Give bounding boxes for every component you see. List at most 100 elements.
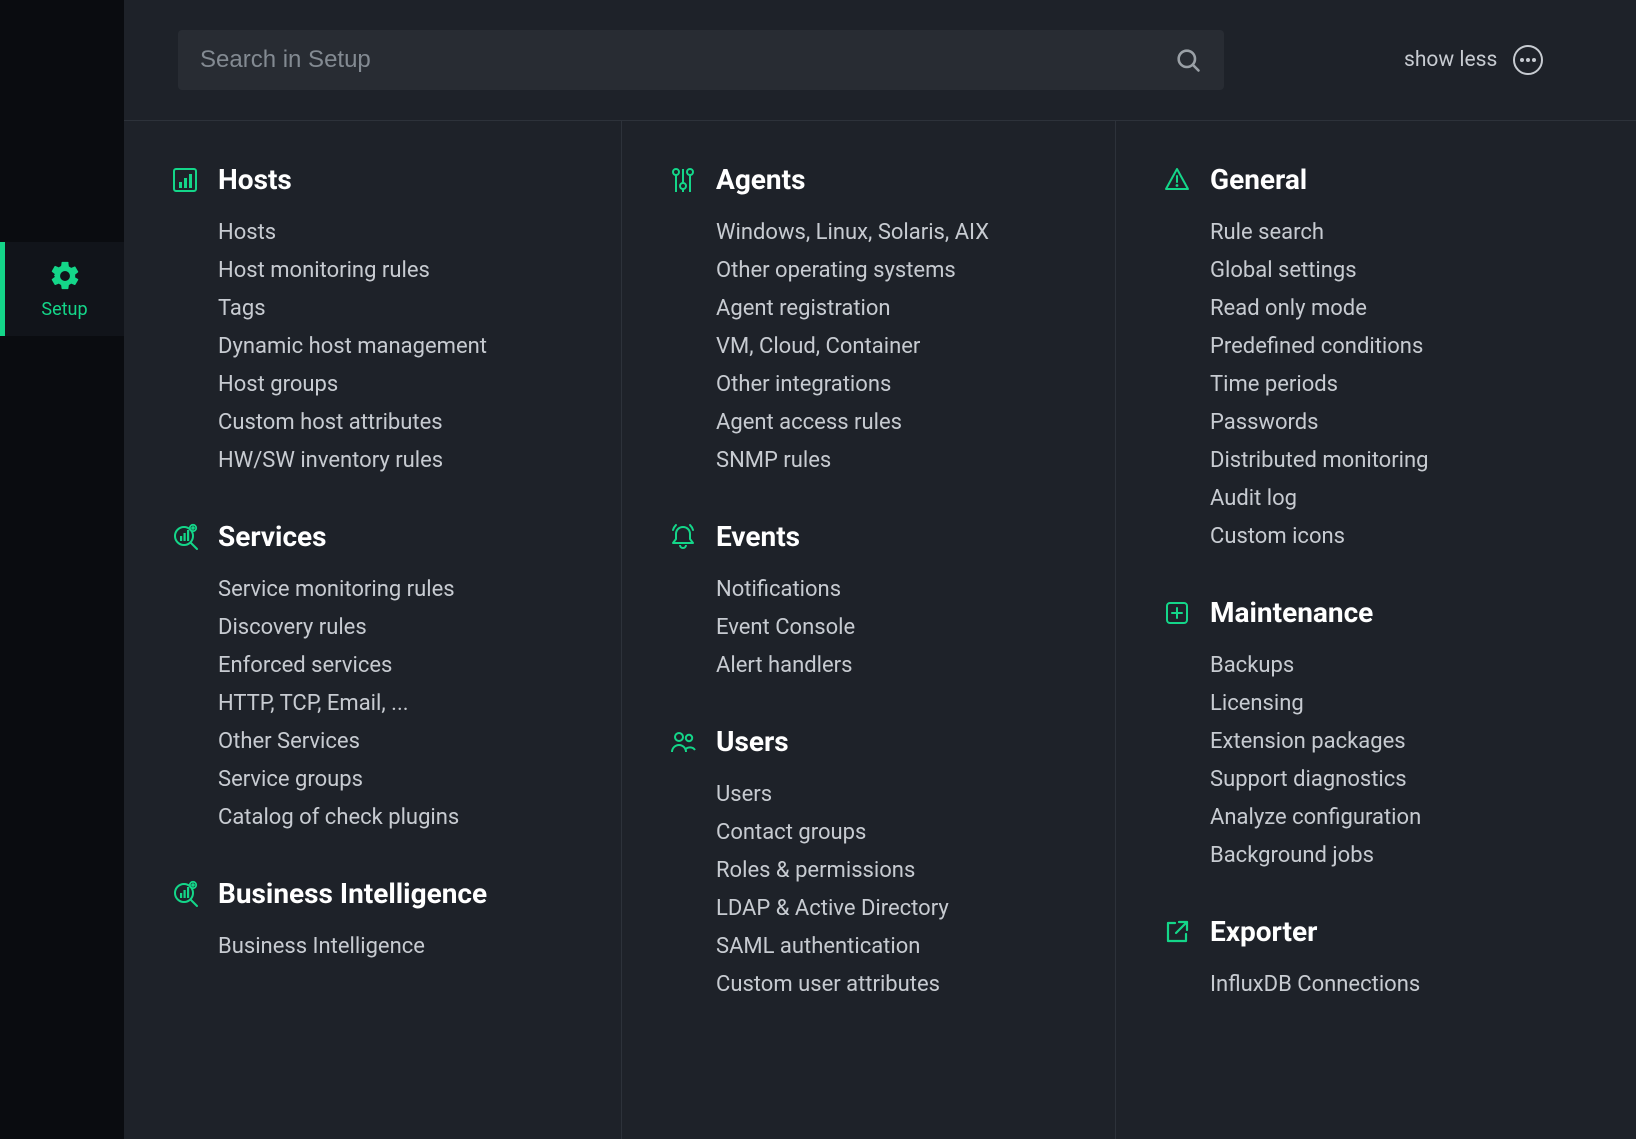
section-agents: AgentsWindows, Linux, Solaris, AIXOther … <box>668 163 1075 480</box>
menu-link[interactable]: Licensing <box>1210 685 1596 723</box>
section-title: Services <box>218 520 327 553</box>
menu-link[interactable]: Analyze configuration <box>1210 799 1596 837</box>
section-items: NotificationsEvent ConsoleAlert handlers <box>668 571 1075 685</box>
sidebar-item-setup[interactable]: Setup <box>0 242 124 336</box>
section-items: UsersContact groupsRoles & permissionsLD… <box>668 776 1075 1004</box>
menu-link[interactable]: Other integrations <box>716 366 1075 404</box>
menu-link[interactable]: SNMP rules <box>716 442 1075 480</box>
show-less-button[interactable]: show less <box>1404 48 1497 72</box>
header-row: show less <box>124 0 1636 120</box>
menu-link[interactable]: Service groups <box>218 761 581 799</box>
menu-link[interactable]: Roles & permissions <box>716 852 1075 890</box>
section-title: General <box>1210 163 1307 196</box>
menu-link[interactable]: LDAP & Active Directory <box>716 890 1075 928</box>
section-title: Exporter <box>1210 915 1317 948</box>
exporter-icon <box>1162 918 1192 946</box>
section-header[interactable]: Users <box>668 725 1075 758</box>
menu-link[interactable]: SAML authentication <box>716 928 1075 966</box>
more-icon[interactable] <box>1513 45 1543 75</box>
events-icon <box>668 523 698 551</box>
menu-link[interactable]: Custom user attributes <box>716 966 1075 1004</box>
section-title: Events <box>716 520 800 553</box>
column-2: AgentsWindows, Linux, Solaris, AIXOther … <box>622 121 1116 1139</box>
section-title: Users <box>716 725 789 758</box>
section-items: Rule searchGlobal settingsRead only mode… <box>1162 214 1596 556</box>
menu-link[interactable]: Windows, Linux, Solaris, AIX <box>716 214 1075 252</box>
section-services: Services Service monitoring rulesDiscover… <box>170 520 581 837</box>
menu-link[interactable]: Read only mode <box>1210 290 1596 328</box>
menu-link[interactable]: Host groups <box>218 366 581 404</box>
menu-link[interactable]: Event Console <box>716 609 1075 647</box>
section-maintenance: Maintenance BackupsLicensingExtension pac… <box>1162 596 1596 875</box>
menu-link[interactable]: Background jobs <box>1210 837 1596 875</box>
menu-link[interactable]: Passwords <box>1210 404 1596 442</box>
search-icon[interactable] <box>1174 46 1202 74</box>
section-header[interactable]: Business Intelligence <box>170 877 581 910</box>
menu-link[interactable]: Agent access rules <box>716 404 1075 442</box>
menu-link[interactable]: Users <box>716 776 1075 814</box>
menu-link[interactable]: Rule search <box>1210 214 1596 252</box>
general-icon <box>1162 166 1192 194</box>
gear-icon <box>48 259 82 293</box>
section-items: HostsHost monitoring rulesTagsDynamic ho… <box>170 214 581 480</box>
menu-link[interactable]: Custom icons <box>1210 518 1596 556</box>
menu-link[interactable]: HTTP, TCP, Email, ... <box>218 685 581 723</box>
menu-link[interactable]: InfluxDB Connections <box>1210 966 1596 1004</box>
menu-link[interactable]: Dynamic host management <box>218 328 581 366</box>
menu-link[interactable]: Host monitoring rules <box>218 252 581 290</box>
menu-link[interactable]: Tags <box>218 290 581 328</box>
menu-link[interactable]: Service monitoring rules <box>218 571 581 609</box>
search-input[interactable] <box>200 46 1174 74</box>
users-icon <box>668 728 698 756</box>
menu-link[interactable]: Catalog of check plugins <box>218 799 581 837</box>
menu-link[interactable]: Contact groups <box>716 814 1075 852</box>
menu-link[interactable]: Notifications <box>716 571 1075 609</box>
menu-link[interactable]: Support diagnostics <box>1210 761 1596 799</box>
search-wrap <box>178 30 1224 90</box>
menu-link[interactable]: Business Intelligence <box>218 928 581 966</box>
section-events: Events NotificationsEvent ConsoleAlert ha… <box>668 520 1075 685</box>
menu-link[interactable]: Custom host attributes <box>218 404 581 442</box>
menu-link[interactable]: Audit log <box>1210 480 1596 518</box>
menu-link[interactable]: HW/SW inventory rules <box>218 442 581 480</box>
sidebar: Setup <box>0 0 124 1139</box>
menu-link[interactable]: Other Services <box>218 723 581 761</box>
menu-link[interactable]: Discovery rules <box>218 609 581 647</box>
menu-link[interactable]: Other operating systems <box>716 252 1075 290</box>
hosts-icon <box>170 166 200 194</box>
menu-link[interactable]: Predefined conditions <box>1210 328 1596 366</box>
menu-link[interactable]: VM, Cloud, Container <box>716 328 1075 366</box>
section-header[interactable]: General <box>1162 163 1596 196</box>
section-title: Agents <box>716 163 805 196</box>
section-header[interactable]: Exporter <box>1162 915 1596 948</box>
section-items: InfluxDB Connections <box>1162 966 1596 1004</box>
header-actions: show less <box>1404 45 1543 75</box>
menu-link[interactable]: Distributed monitoring <box>1210 442 1596 480</box>
menu-link[interactable]: Alert handlers <box>716 647 1075 685</box>
menu-link[interactable]: Backups <box>1210 647 1596 685</box>
section-header[interactable]: Maintenance <box>1162 596 1596 629</box>
column-1: HostsHostsHost monitoring rulesTagsDynam… <box>124 121 622 1139</box>
section-users: UsersUsersContact groupsRoles & permissi… <box>668 725 1075 1004</box>
main: show less HostsHostsHost monitoring rule… <box>124 0 1636 1139</box>
section-items: Service monitoring rulesDiscovery rulesE… <box>170 571 581 837</box>
section-title: Maintenance <box>1210 596 1373 629</box>
section-title: Business Intelligence <box>218 877 487 910</box>
section-items: BackupsLicensingExtension packagesSuppor… <box>1162 647 1596 875</box>
section-hosts: HostsHostsHost monitoring rulesTagsDynam… <box>170 163 581 480</box>
menu-link[interactable]: Time periods <box>1210 366 1596 404</box>
section-header[interactable]: Agents <box>668 163 1075 196</box>
menu-link[interactable]: Extension packages <box>1210 723 1596 761</box>
agents-icon <box>668 166 698 194</box>
maintenance-icon <box>1162 599 1192 627</box>
menu-link[interactable]: Agent registration <box>716 290 1075 328</box>
section-header[interactable]: Hosts <box>170 163 581 196</box>
content: HostsHostsHost monitoring rulesTagsDynam… <box>124 120 1636 1139</box>
menu-link[interactable]: Global settings <box>1210 252 1596 290</box>
menu-link[interactable]: Enforced services <box>218 647 581 685</box>
column-3: General Rule searchGlobal settingsRead on… <box>1116 121 1636 1139</box>
section-header[interactable]: Services <box>170 520 581 553</box>
section-header[interactable]: Events <box>668 520 1075 553</box>
menu-link[interactable]: Hosts <box>218 214 581 252</box>
section-exporter: Exporter InfluxDB Connections <box>1162 915 1596 1004</box>
